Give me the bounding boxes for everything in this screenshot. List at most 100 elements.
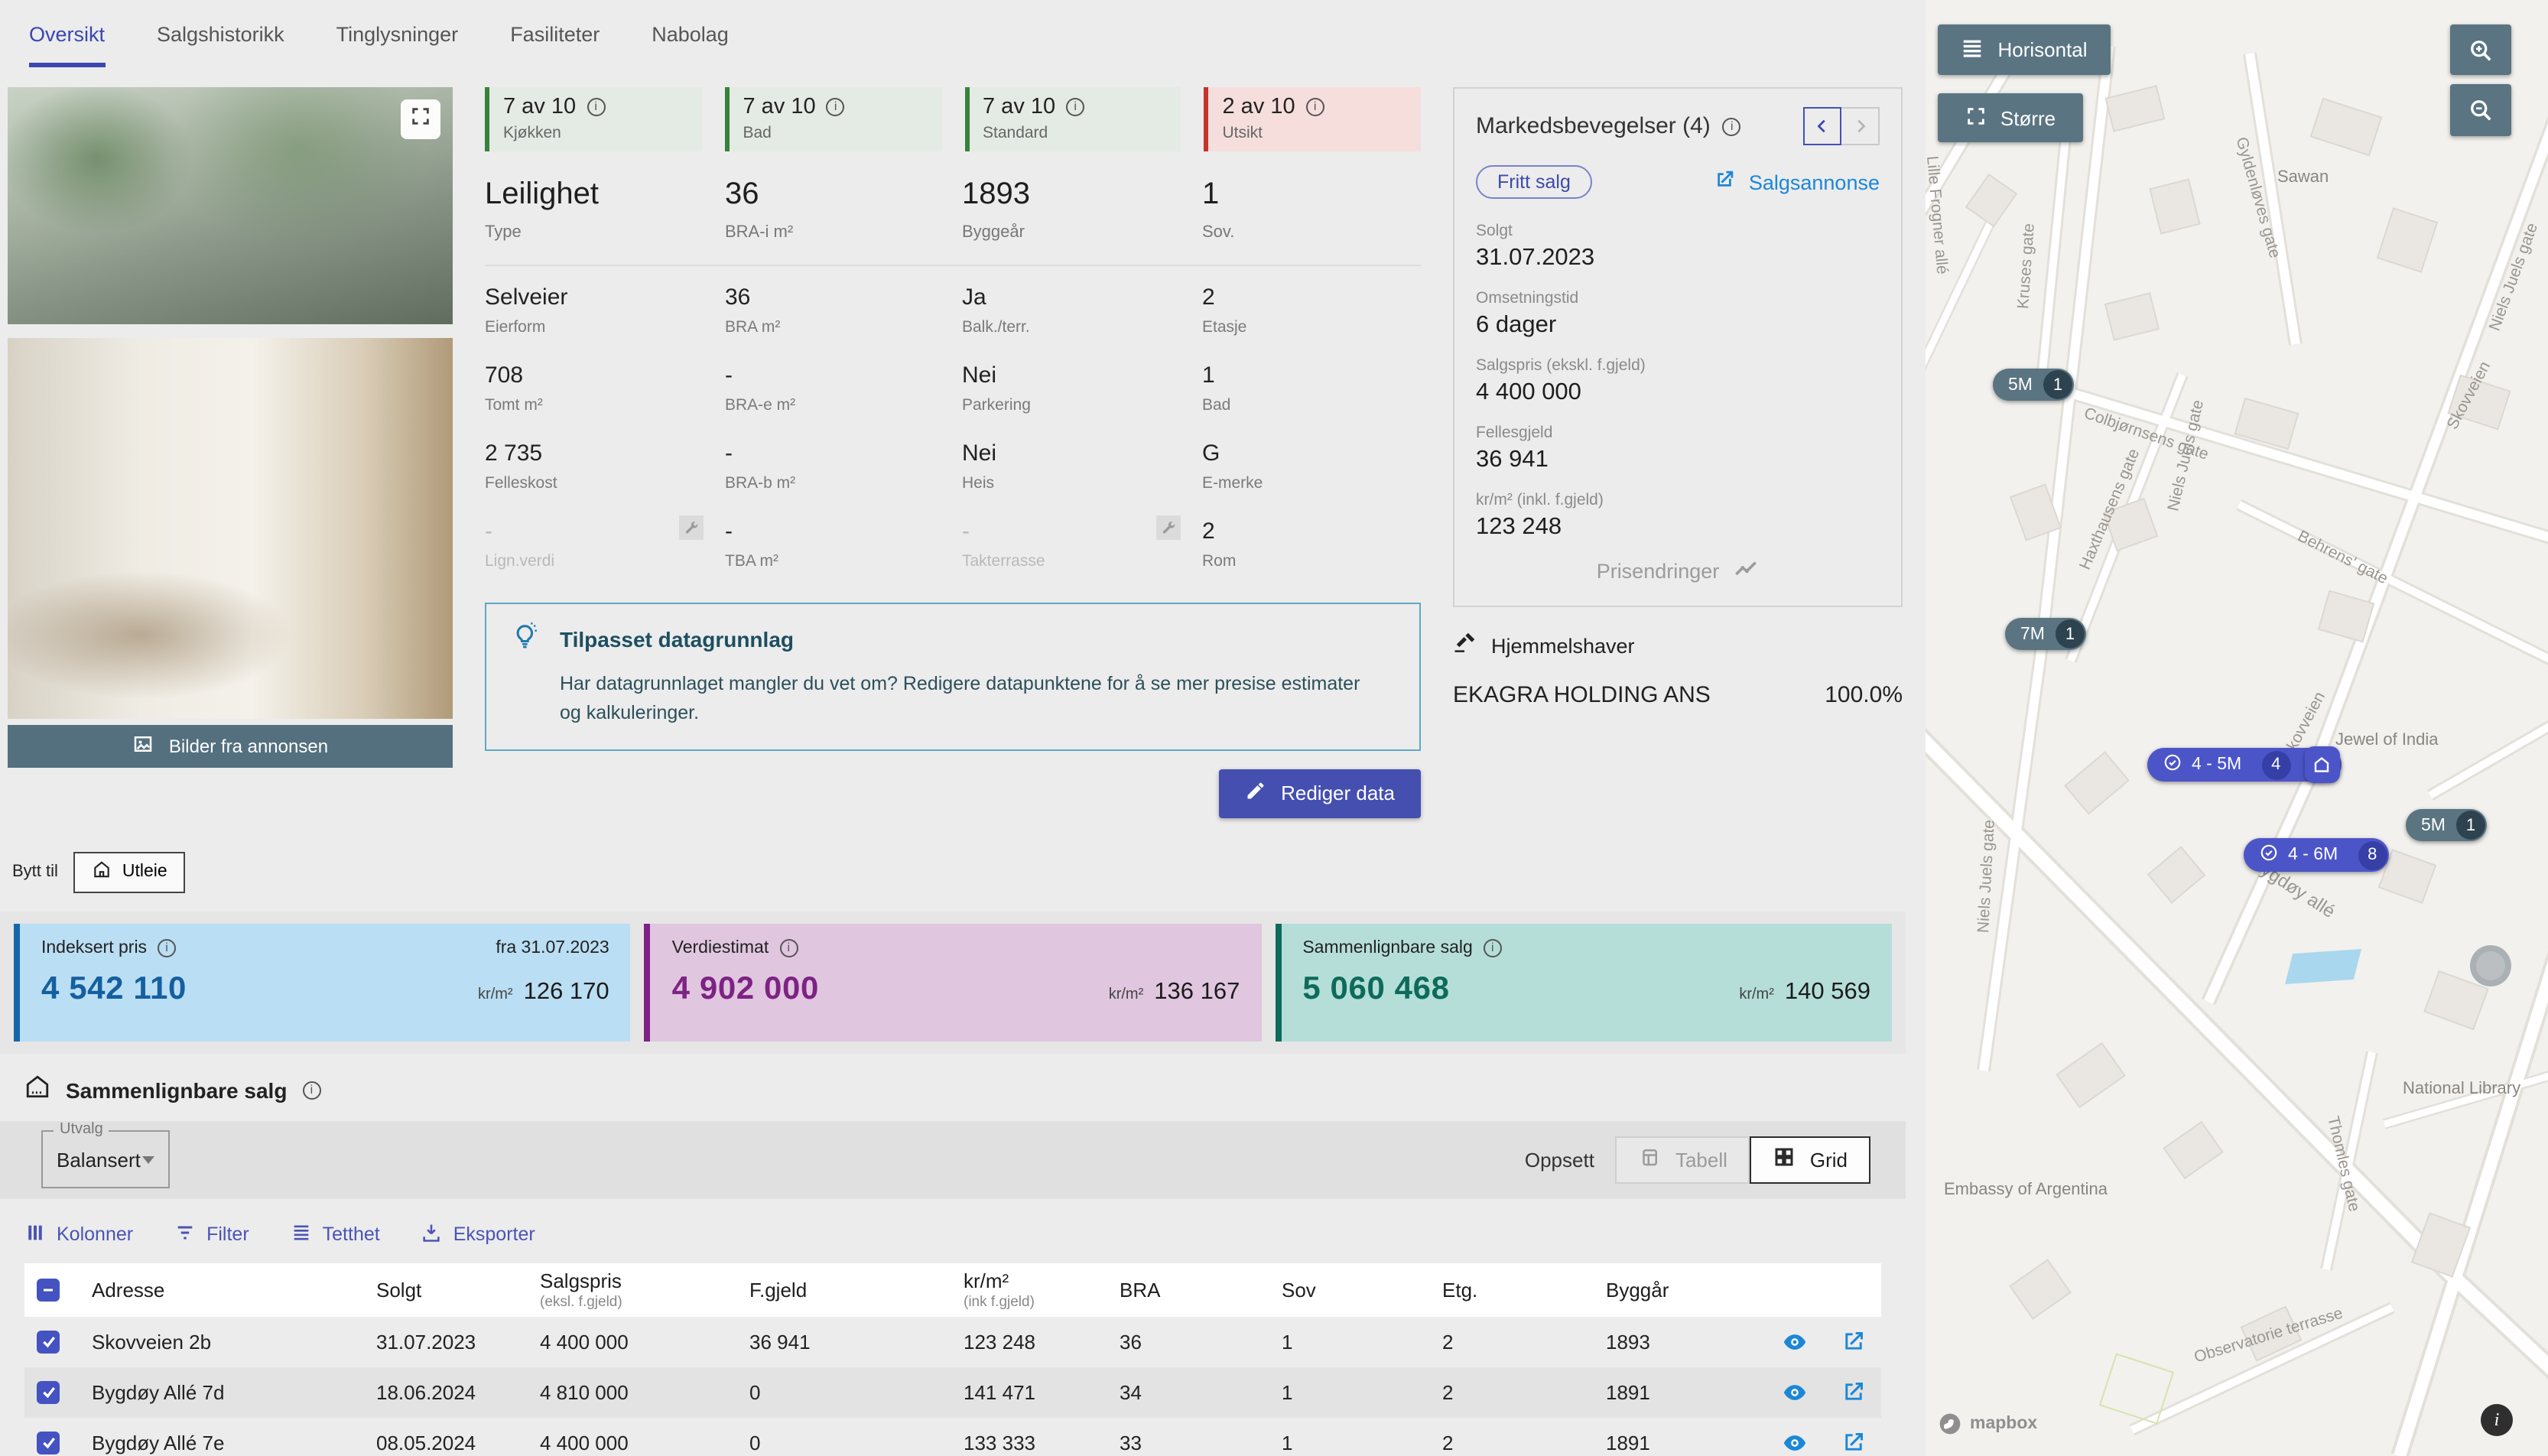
price-marker[interactable]: 5M 1 [2406, 809, 2487, 841]
view-on-map-icon[interactable] [1782, 1380, 1808, 1406]
table-row[interactable]: Bygdøy Allé 7e 08.05.2024 4 400 000 0 13… [24, 1418, 1881, 1456]
col-sqm-sub: (ink f.gjeld) [964, 1294, 1107, 1311]
photos-cta-label: Bilder fra annonsen [169, 736, 328, 757]
cell-debt: 0 [737, 1381, 951, 1404]
row-checkbox[interactable] [37, 1432, 60, 1454]
fact-label: Felleskost [485, 474, 725, 492]
marker-price: 5M [2008, 375, 2033, 394]
select-all-checkbox[interactable] [37, 1279, 60, 1302]
filter-button[interactable]: Filter [174, 1222, 249, 1248]
sale-ad-link[interactable]: Salgsannonse [1714, 168, 1880, 196]
field-value: 6 dager [1476, 312, 1880, 340]
view-on-map-icon[interactable] [1782, 1329, 1808, 1355]
expand-photo-button[interactable] [401, 99, 440, 139]
property-photo-exterior[interactable] [8, 87, 453, 324]
map-label: National Library [2403, 1080, 2520, 1098]
sale-type-chip[interactable]: Fritt salg [1476, 165, 1592, 199]
col-etg[interactable]: Etg. [1430, 1279, 1594, 1302]
info-icon[interactable] [1066, 98, 1084, 116]
info-icon[interactable] [1306, 98, 1324, 116]
table-row[interactable]: Skovveien 2b 31.07.2023 4 400 000 36 941… [24, 1317, 1881, 1367]
export-button[interactable]: Eksporter [421, 1222, 535, 1248]
rating-label: Standard [983, 124, 1168, 142]
view-on-map-icon[interactable] [1782, 1430, 1808, 1456]
price-marker[interactable]: 7M 1 [2005, 618, 2086, 650]
cell-price: 4 400 000 [528, 1432, 737, 1454]
col-debt[interactable]: F.gjeld [737, 1279, 951, 1302]
enlarge-map-button[interactable]: Større [1938, 93, 2083, 142]
density-button[interactable]: Tetthet [291, 1222, 380, 1248]
marker-count: 1 [2456, 811, 2485, 840]
zoom-out-button[interactable] [2450, 84, 2511, 136]
open-listing-icon[interactable] [1841, 1380, 1866, 1405]
prev-sale-button[interactable] [1803, 107, 1841, 145]
cell-address: Skovveien 2b [80, 1331, 364, 1354]
rating-label: Bad [743, 124, 928, 142]
col-sold[interactable]: Solgt [364, 1279, 528, 1302]
map-label: Sawan [2277, 168, 2329, 187]
open-listing-icon[interactable] [1841, 1330, 1866, 1354]
info-icon[interactable] [587, 98, 605, 116]
zoom-in-button[interactable] [2450, 24, 2511, 75]
columns-button[interactable]: Kolonner [24, 1222, 133, 1248]
mapbox-logo[interactable]: mapbox [1938, 1412, 2037, 1436]
col-bra[interactable]: BRA [1107, 1279, 1269, 1302]
market-title: Markedsbevegelser (4) [1476, 113, 1711, 139]
row-checkbox[interactable] [37, 1331, 60, 1354]
tab-fasiliteter[interactable]: Fasiliteter [510, 23, 600, 67]
tab-tinglysninger[interactable]: Tinglysninger [336, 23, 459, 67]
col-price[interactable]: Salgspris (eksl. f.gjeld) [528, 1269, 737, 1311]
info-icon[interactable] [158, 939, 176, 957]
filter-label: Filter [206, 1224, 249, 1246]
table-view-button[interactable]: Tabell [1616, 1136, 1750, 1184]
horizontal-layout-button[interactable]: Horisontal [1938, 24, 2111, 75]
rental-mode-button[interactable]: Utleie [73, 852, 186, 893]
photos-from-ad-button[interactable]: Bilder fra annonsen [8, 725, 453, 768]
marker-count: 4 [2261, 750, 2290, 779]
property-photo-kitchen[interactable] [8, 338, 453, 719]
info-icon[interactable] [1723, 117, 1741, 135]
card-title: Verdiestimat [672, 939, 769, 957]
marker-price: 4 - 5M [2192, 756, 2241, 774]
info-icon[interactable] [827, 98, 845, 116]
cell-bra: 34 [1107, 1381, 1269, 1404]
price-changes-link[interactable]: Prisendringer [1476, 558, 1880, 584]
row-checkbox[interactable] [37, 1381, 60, 1404]
app-window: Oversikt Salgshistorikk Tinglysninger Fa… [0, 0, 2548, 1456]
fact-value: 1893 [962, 177, 1202, 213]
open-listing-icon[interactable] [1841, 1431, 1866, 1455]
field-label: Fellesgjeld [1476, 424, 1880, 442]
col-sqm[interactable]: kr/m² (ink f.gjeld) [951, 1269, 1107, 1311]
edited-data-icon [1156, 515, 1181, 540]
mapbox-wordmark: mapbox [1970, 1415, 2037, 1433]
fact-value: Nei [962, 440, 1202, 466]
highlighted-building [2285, 949, 2361, 984]
col-sov[interactable]: Sov [1269, 1279, 1430, 1302]
fact-value: - [725, 440, 962, 466]
col-year[interactable]: Byggår [1594, 1279, 1771, 1302]
price-marker[interactable]: 5M 1 [1993, 369, 2074, 401]
map-attribution-button[interactable]: i [2481, 1404, 2513, 1436]
info-icon[interactable] [1484, 939, 1502, 957]
info-icon[interactable] [302, 1081, 320, 1100]
marker-price: 7M [2020, 625, 2045, 643]
selected-price-marker[interactable]: 4 - 5M 4 [2147, 748, 2341, 782]
edit-data-button[interactable]: Rediger data [1218, 769, 1421, 818]
download-icon [421, 1222, 443, 1248]
tab-salgshistorikk[interactable]: Salgshistorikk [157, 23, 284, 67]
selection-dropdown[interactable]: Utvalg Balansert [41, 1131, 170, 1189]
value-cards-band: Indeksert pris fra 31.07.2023 4 542 110 … [0, 912, 1906, 1054]
fact-label: TBA m² [725, 552, 962, 570]
map-panel[interactable]: Sawan Lille Frogner allé Gyldenløves gat… [1926, 0, 2548, 1456]
info-icon[interactable] [779, 939, 798, 957]
table-row[interactable]: Bygdøy Allé 7d 18.06.2024 4 810 000 0 14… [24, 1367, 1881, 1418]
tab-oversikt[interactable]: Oversikt [29, 23, 105, 67]
table-toolbar: Kolonner Filter Tetthet Eksporter [24, 1222, 1906, 1248]
selected-price-marker[interactable]: 4 - 6M 8 [2244, 838, 2388, 872]
grid-view-button[interactable]: Grid [1750, 1136, 1870, 1184]
next-sale-button[interactable] [1841, 107, 1880, 145]
col-address[interactable]: Adresse [80, 1279, 364, 1302]
fact-value: 2 [1202, 284, 1421, 310]
tab-nabolag[interactable]: Nabolag [652, 23, 729, 67]
photo-column: Bilder fra annonsen [8, 87, 453, 818]
